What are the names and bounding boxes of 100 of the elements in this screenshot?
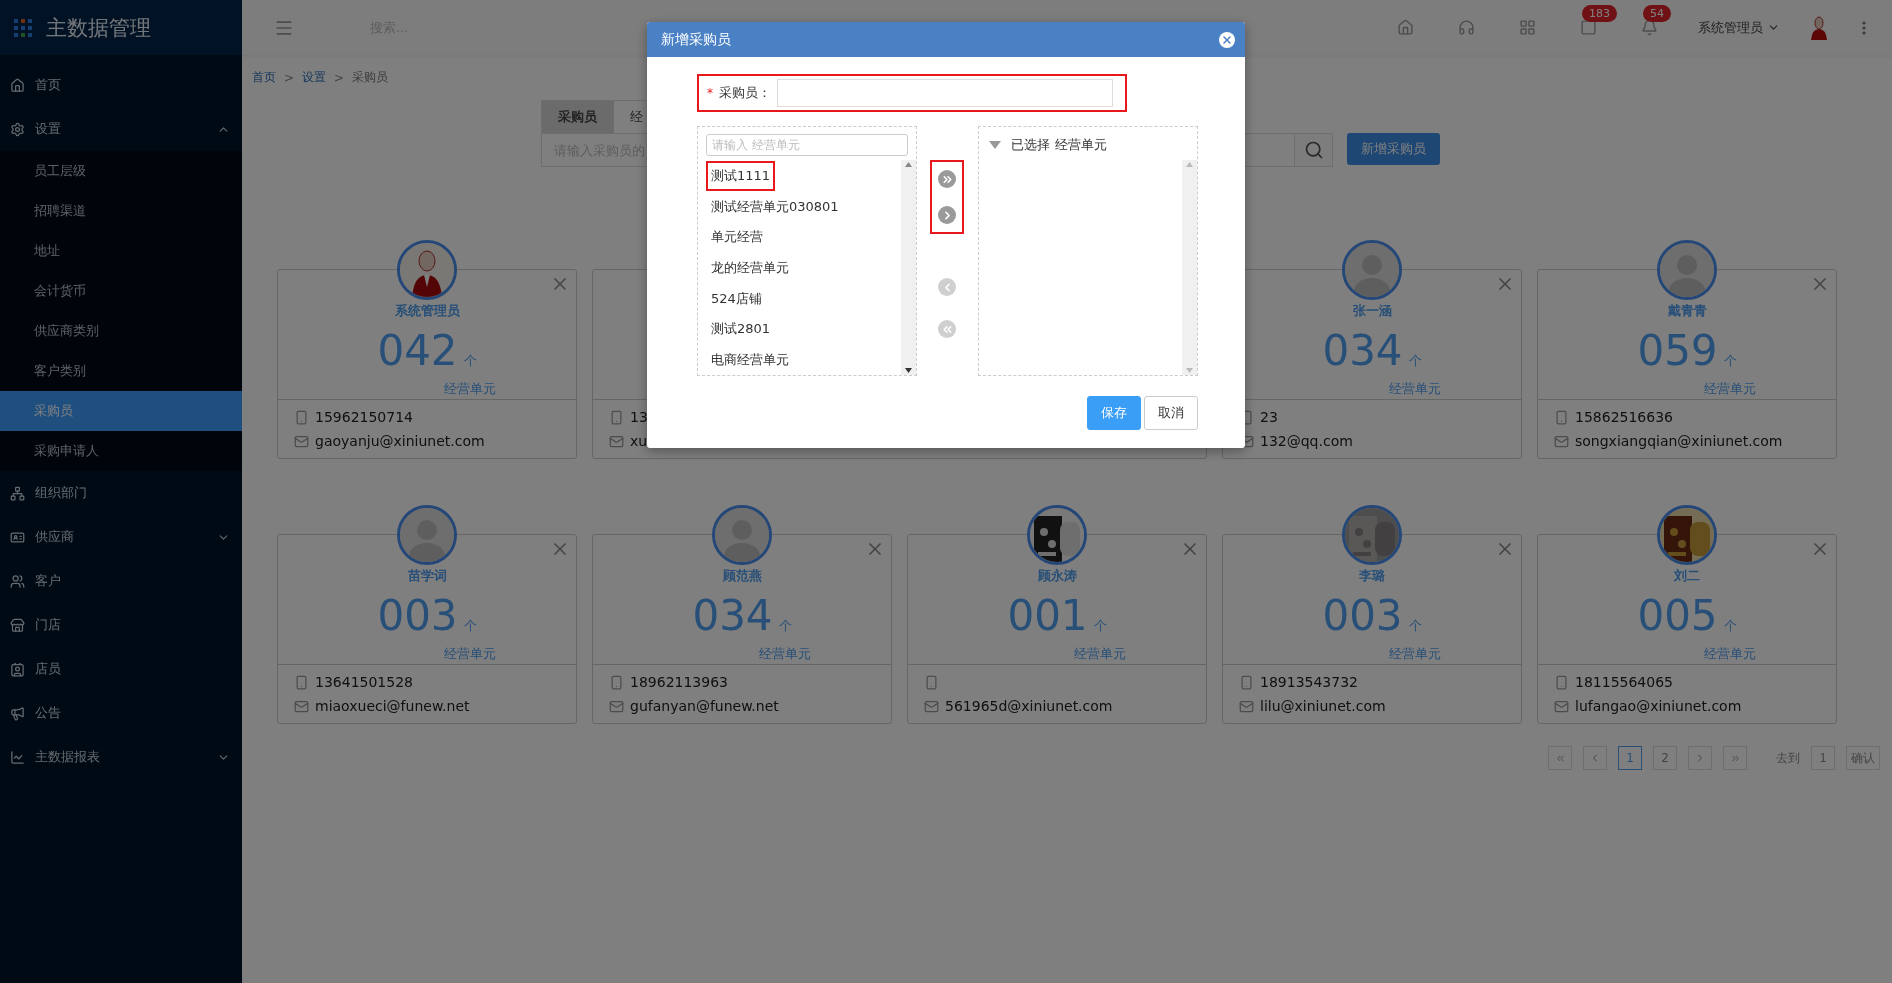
mail-icon: [1554, 698, 1569, 714]
required-mark: *: [707, 86, 713, 100]
close-button[interactable]: [1219, 31, 1235, 48]
page-number-field[interactable]: 1: [1811, 746, 1835, 770]
search-button[interactable]: [1295, 133, 1333, 167]
home-icon: [10, 77, 25, 93]
phone-number: 15862516636: [1575, 409, 1673, 425]
breadcrumb-separator: >: [284, 70, 295, 85]
next-page-button[interactable]: [1688, 746, 1712, 770]
list-option[interactable]: 单元经营: [706, 222, 768, 253]
scroll-down-arrow-icon[interactable]: [904, 368, 912, 373]
sidebar-subitem[interactable]: 员工层级: [0, 151, 242, 191]
phone-number: 23: [1260, 409, 1278, 425]
mail-icon: [609, 433, 624, 449]
home-icon: [1397, 19, 1414, 36]
user-menu[interactable]: 系统管理员: [1692, 17, 1786, 38]
page-button[interactable]: 1: [1618, 746, 1642, 770]
mail-icon: [924, 698, 939, 714]
buyer-name: 戴青青: [1667, 302, 1707, 320]
list-option[interactable]: 测试经营单元030801: [706, 191, 844, 222]
save-button[interactable]: 保存: [1087, 396, 1141, 430]
id-card-icon: [10, 529, 25, 545]
buyer-name: 苗学词: [407, 567, 447, 585]
previous-page-button[interactable]: [1583, 746, 1607, 770]
sidebar-subitem[interactable]: 地址: [0, 231, 242, 271]
mail-icon: [1239, 698, 1254, 714]
count-unit: 个: [463, 352, 477, 370]
sidebar-subitem[interactable]: 会计货币: [0, 271, 242, 311]
list-option[interactable]: 龙的经营单元: [706, 253, 794, 283]
confirm-button[interactable]: 确认: [1846, 746, 1880, 770]
list-option[interactable]: 测试2801: [706, 314, 776, 345]
transfer-button[interactable]: [938, 206, 957, 224]
sidebar-item[interactable]: 组织部门: [0, 471, 242, 515]
mail-icon: [1554, 433, 1569, 449]
breadcrumb-link[interactable]: 首页: [252, 69, 276, 86]
sidebar-item[interactable]: 供应商: [0, 515, 242, 559]
count-badge: 183: [1582, 5, 1617, 22]
list-option[interactable]: 电商经营单元: [706, 345, 794, 375]
sidebar-item[interactable]: 店员: [0, 647, 242, 691]
square-icon: [1580, 19, 1597, 36]
sidebar-subitem[interactable]: 供应商类别: [0, 311, 242, 351]
last-page-button[interactable]: [1723, 746, 1747, 770]
list-option[interactable]: 524店铺: [706, 283, 767, 314]
sidebar-item[interactable]: 客户: [0, 559, 242, 603]
sidebar-item[interactable]: 主数据报表: [0, 735, 242, 779]
breadcrumb-link[interactable]: 设置: [302, 69, 327, 86]
more-vertical-icon: [1862, 20, 1866, 35]
sidebar-item[interactable]: 首页: [0, 63, 242, 107]
scrollbar[interactable]: [900, 160, 916, 375]
transfer-button[interactable]: [938, 170, 957, 188]
count-caption: 经营单元: [1389, 380, 1441, 398]
breadcrumb-link[interactable]: 采购员: [352, 69, 389, 86]
count-unit: 个: [1093, 617, 1107, 635]
phone-icon: [1554, 409, 1569, 425]
count-caption: 经营单元: [444, 380, 496, 398]
count-unit: 个: [1408, 352, 1422, 370]
store-icon: [10, 617, 25, 633]
phone-icon: [1554, 674, 1569, 690]
page-button[interactable]: 2: [1653, 746, 1677, 770]
sidebar-item[interactable]: 设置: [0, 107, 242, 151]
unit-count: 001: [1007, 593, 1088, 639]
grid-icon: [1519, 19, 1536, 36]
mail-icon: [294, 433, 309, 449]
people-icon: [10, 573, 25, 589]
buyer-name: 顾范燕: [722, 567, 762, 585]
first-page-button[interactable]: [1548, 746, 1572, 770]
mail-icon: [609, 698, 624, 714]
sidebar-subitem[interactable]: 招聘渠道: [0, 191, 242, 231]
scroll-up-arrow-icon[interactable]: [1186, 162, 1193, 167]
count-caption: 经营单元: [444, 645, 496, 663]
sidebar-subitem[interactable]: 客户类别: [0, 351, 242, 391]
add-buyer-button[interactable]: 新增采购员: [1347, 133, 1440, 165]
line-chart-icon: [10, 749, 25, 765]
phone-number: 13: [630, 409, 648, 425]
unit-count: 034: [1322, 328, 1403, 374]
sidebar-subitem[interactable]: 采购申请人: [0, 431, 242, 471]
unit-count: 003: [377, 593, 458, 639]
contact-card-icon: [10, 661, 25, 677]
sidebar-item[interactable]: 公告: [0, 691, 242, 735]
tab[interactable]: 采购员: [541, 100, 614, 133]
phone-number: 13641501528: [315, 674, 413, 690]
cancel-button[interactable]: 取消: [1144, 396, 1198, 430]
sidebar-item[interactable]: 门店: [0, 603, 242, 647]
list-option[interactable]: 测试1111: [706, 161, 776, 191]
dialog-title: 新增采购员: [661, 30, 731, 49]
bell-icon: [1641, 19, 1658, 36]
buyer-input-field[interactable]: [777, 79, 1113, 107]
email-address: xu: [630, 433, 648, 449]
field-label: 采购员：: [719, 84, 771, 102]
email-address: lufangao@xiniunet.com: [1575, 698, 1742, 714]
buyer-name: 顾永涛: [1037, 567, 1077, 585]
filter-field[interactable]: 请输入 经营单元: [706, 134, 908, 156]
buyer-name: 李璐: [1359, 567, 1385, 585]
phone-icon: [294, 674, 309, 690]
phone-number: 18962113963: [630, 674, 728, 690]
scrollbar[interactable]: [1182, 160, 1197, 375]
email-address: songxiangqian@xiniunet.com: [1575, 433, 1783, 449]
scroll-up-arrow-icon[interactable]: [904, 162, 912, 167]
email-address: miaoxueci@funew.net: [315, 698, 470, 714]
sidebar-subitem[interactable]: 采购员: [0, 391, 242, 431]
